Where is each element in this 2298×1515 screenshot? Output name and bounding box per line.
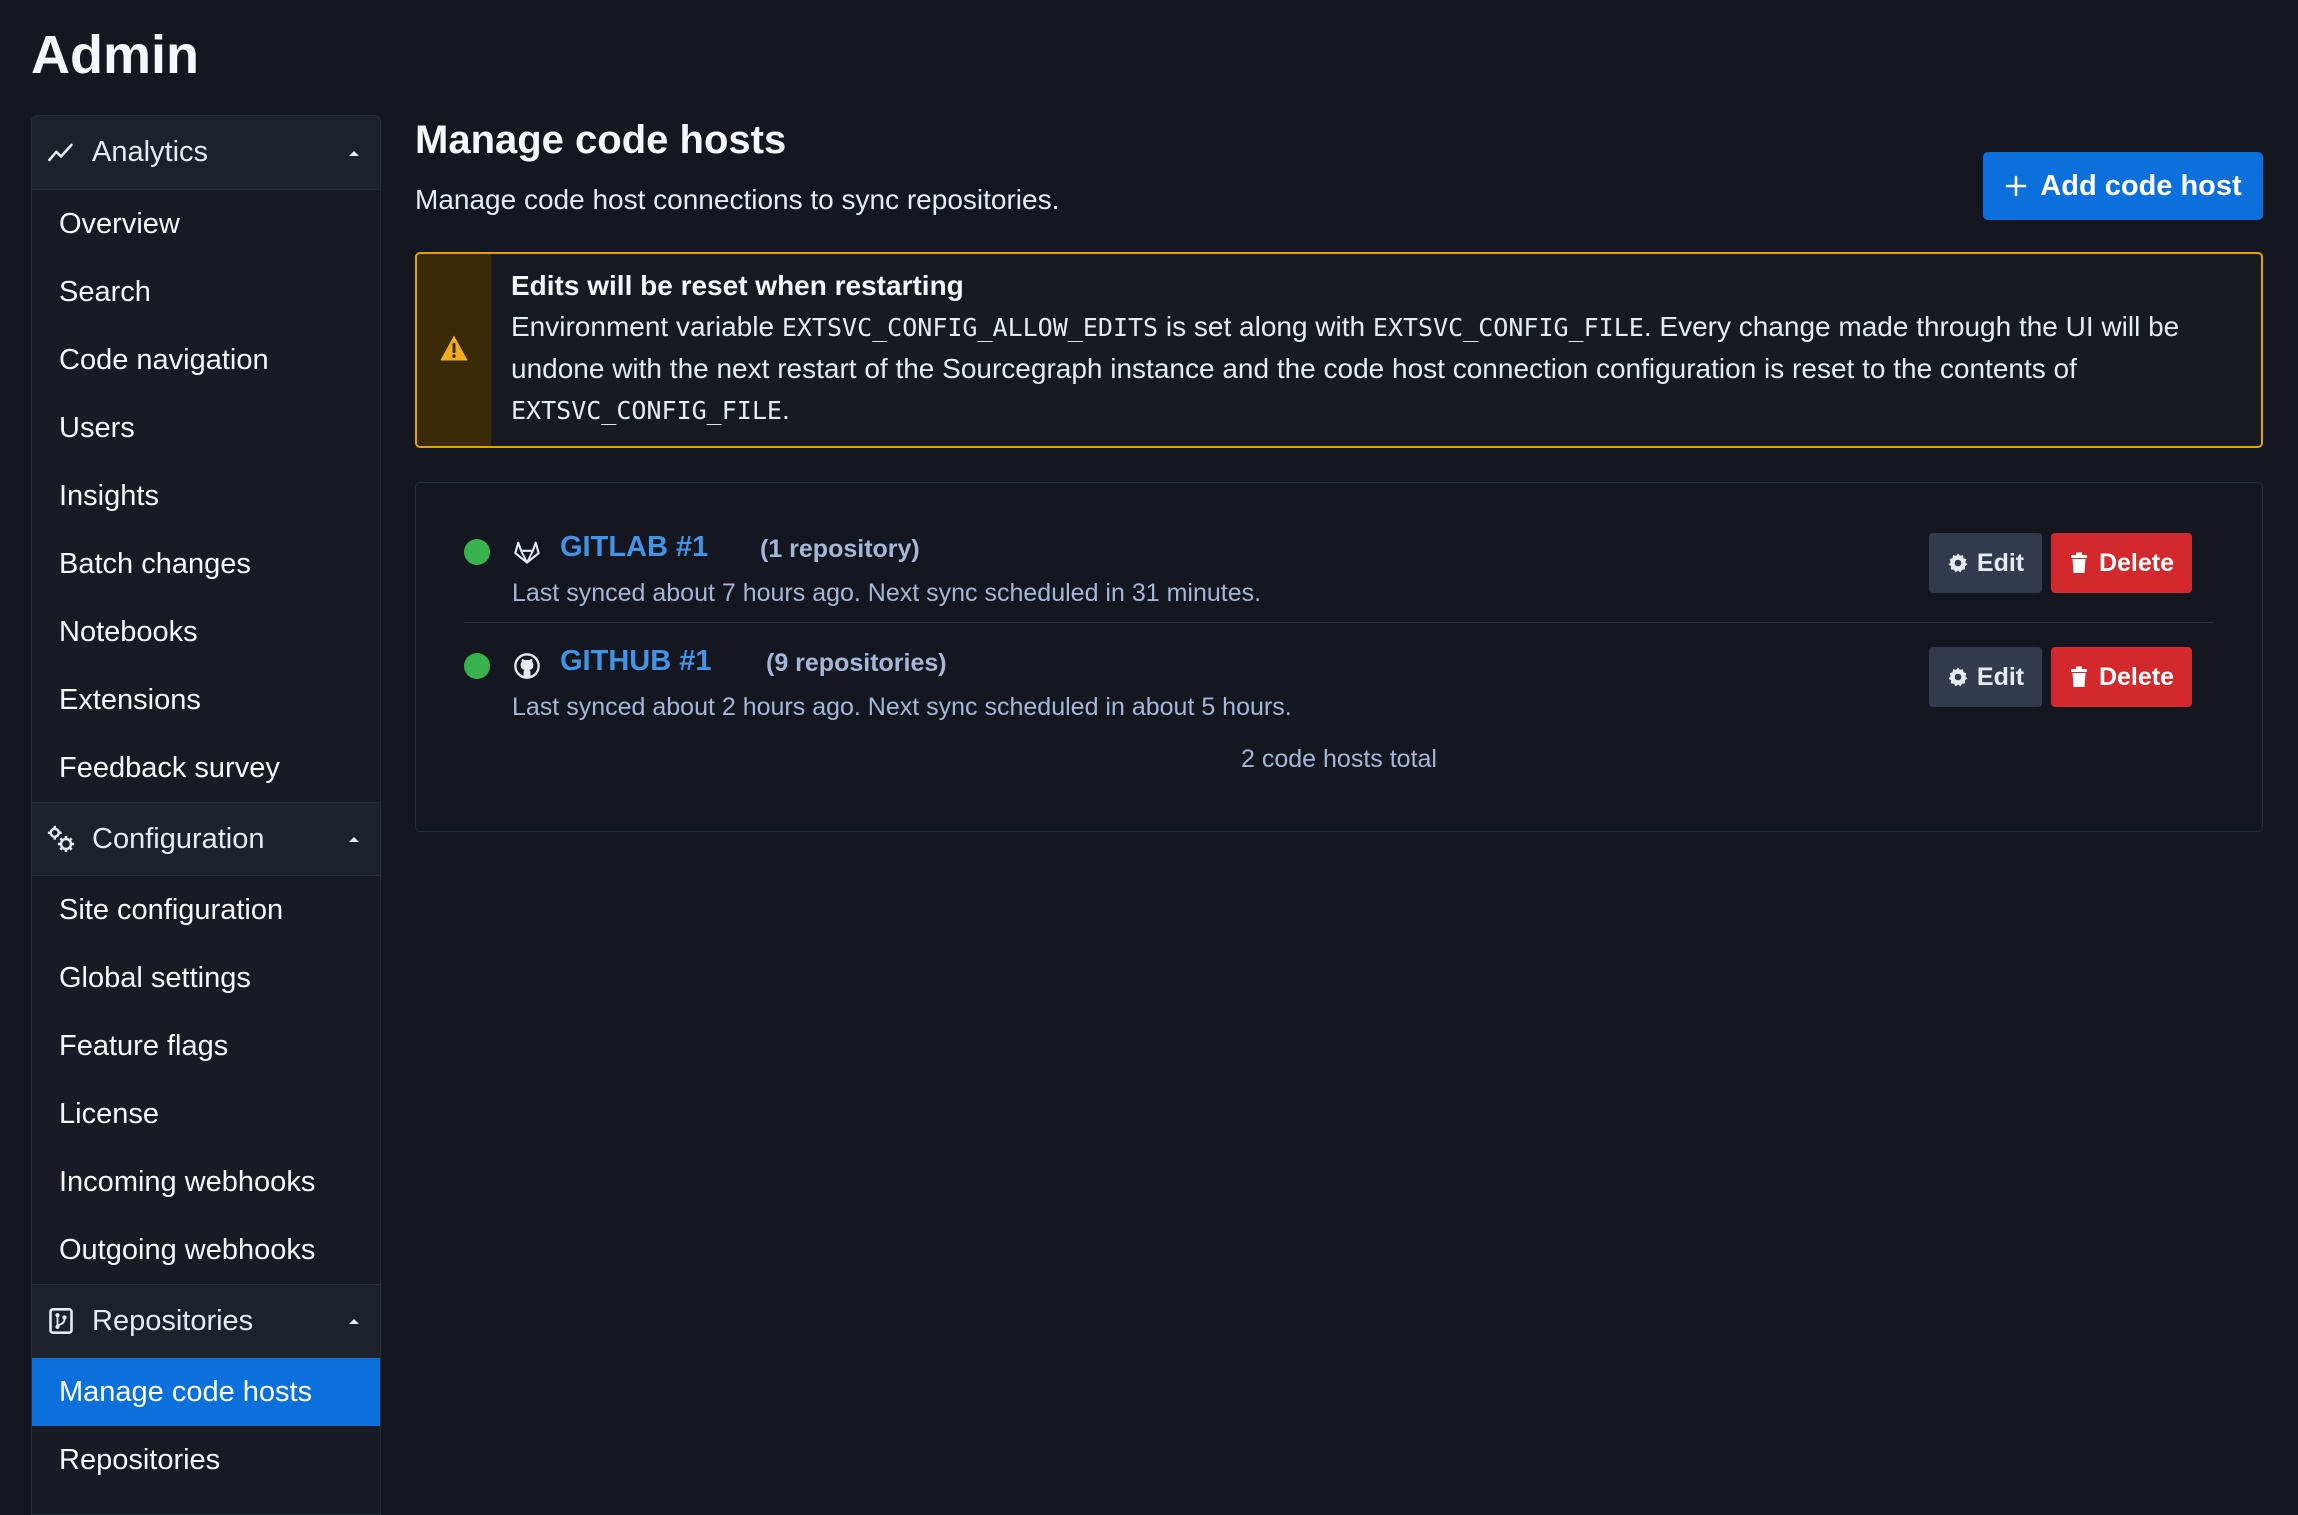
sync-status: Last synced about 2 hours ago. Next sync…	[512, 693, 1292, 721]
cogs-icon	[46, 824, 76, 854]
sidebar-section-analytics[interactable]: Analytics	[32, 116, 380, 190]
edit-label: Edit	[1976, 662, 2025, 691]
chevron-up-icon[interactable]	[342, 827, 366, 851]
add-code-host-label: Add code host	[2040, 169, 2242, 202]
code-host-row: GITLAB #1 (1 repository) Last synced abo…	[464, 509, 2214, 623]
delete-button[interactable]: Delete	[2051, 533, 2192, 593]
delete-label: Delete	[2098, 548, 2175, 577]
sidebar-item-manage-code-hosts[interactable]: Manage code hosts	[32, 1358, 380, 1426]
alert-text: Environment variable EXTSVC_CONFIG_ALLOW…	[511, 306, 2239, 431]
plus-icon	[2004, 174, 2028, 198]
sidebar-item-overview[interactable]: Overview	[32, 190, 380, 258]
delete-label: Delete	[2098, 662, 2175, 691]
sidebar-item-notebooks[interactable]: Notebooks	[32, 598, 380, 666]
alert-code-env-var: EXTSVC_CONFIG_ALLOW_EDITS	[781, 313, 1159, 342]
status-indicator	[464, 653, 490, 679]
sidebar-item-feature-flags[interactable]: Feature flags	[32, 1012, 380, 1080]
admin-sidebar: Analytics Overview Search Code navigatio…	[31, 115, 381, 1515]
sidebar-section-repositories[interactable]: Repositories	[32, 1284, 380, 1358]
add-code-host-button[interactable]: Add code host	[1983, 152, 2263, 220]
code-host-link[interactable]: GITHUB #1	[560, 645, 711, 678]
trash-icon	[2069, 666, 2091, 688]
alert-text-part: is set along with	[1158, 311, 1373, 342]
sync-status: Last synced about 7 hours ago. Next sync…	[512, 579, 1262, 607]
alert-text-part: .	[781, 394, 790, 425]
code-hosts-total: 2 code hosts total	[1241, 745, 1437, 773]
chevron-up-icon[interactable]	[342, 141, 366, 165]
alert-title: Edits will be reset when restarting	[511, 270, 964, 301]
repository-count: (9 repositories)	[766, 649, 947, 677]
status-indicator	[464, 539, 490, 565]
alert-code-config-file: EXTSVC_CONFIG_FILE	[1372, 313, 1644, 342]
sidebar-item-extensions[interactable]: Extensions	[32, 666, 380, 734]
github-icon	[512, 651, 542, 681]
sidebar-item-users[interactable]: Users	[32, 394, 380, 462]
edit-button[interactable]: Edit	[1929, 533, 2042, 593]
code-host-row: GITHUB #1 (9 repositories) Last synced a…	[464, 623, 2214, 737]
delete-button[interactable]: Delete	[2051, 647, 2192, 707]
sidebar-item-global-settings[interactable]: Global settings	[32, 944, 380, 1012]
repository-count: (1 repository)	[760, 535, 920, 563]
page-heading: Admin	[31, 25, 199, 85]
sidebar-item-license[interactable]: License	[32, 1080, 380, 1148]
chevron-up-icon[interactable]	[342, 1309, 366, 1333]
sidebar-item-batch-changes[interactable]: Batch changes	[32, 530, 380, 598]
page-subtitle: Manage code host connections to sync rep…	[415, 184, 1060, 215]
alert-code-config-file: EXTSVC_CONFIG_FILE	[511, 396, 782, 425]
sidebar-section-label: Repositories	[92, 1304, 254, 1337]
sidebar-item-outgoing-webhooks[interactable]: Outgoing webhooks	[32, 1216, 380, 1284]
warning-icon	[439, 334, 469, 367]
sidebar-item-code-navigation[interactable]: Code navigation	[32, 326, 380, 394]
edit-button[interactable]: Edit	[1929, 647, 2042, 707]
chart-line-icon	[46, 138, 76, 168]
page-title: Manage code hosts	[415, 118, 787, 162]
alert-text-part: Environment variable	[511, 311, 782, 342]
trash-icon	[2069, 552, 2091, 574]
alert-icon-column	[417, 254, 491, 446]
code-hosts-panel: GITLAB #1 (1 repository) Last synced abo…	[415, 482, 2263, 832]
gear-icon	[1947, 666, 1969, 688]
sidebar-section-label: Configuration	[92, 822, 265, 855]
sidebar-item-incoming-webhooks[interactable]: Incoming webhooks	[32, 1148, 380, 1216]
sidebar-section-configuration[interactable]: Configuration	[32, 802, 380, 876]
gitlab-icon	[512, 537, 542, 567]
sidebar-item-repositories[interactable]: Repositories	[32, 1426, 380, 1494]
sidebar-section-label: Analytics	[92, 136, 209, 168]
sidebar-item-site-configuration[interactable]: Site configuration	[32, 876, 380, 944]
warning-alert: Edits will be reset when restarting Envi…	[415, 252, 2263, 448]
gear-icon	[1947, 552, 1969, 574]
edit-label: Edit	[1976, 548, 2025, 577]
sidebar-item-insights[interactable]: Insights	[32, 462, 380, 530]
repository-icon	[46, 1306, 76, 1336]
code-host-link[interactable]: GITLAB #1	[560, 531, 708, 564]
sidebar-item-feedback-survey[interactable]: Feedback survey	[32, 734, 380, 802]
sidebar-item-search[interactable]: Search	[32, 258, 380, 326]
